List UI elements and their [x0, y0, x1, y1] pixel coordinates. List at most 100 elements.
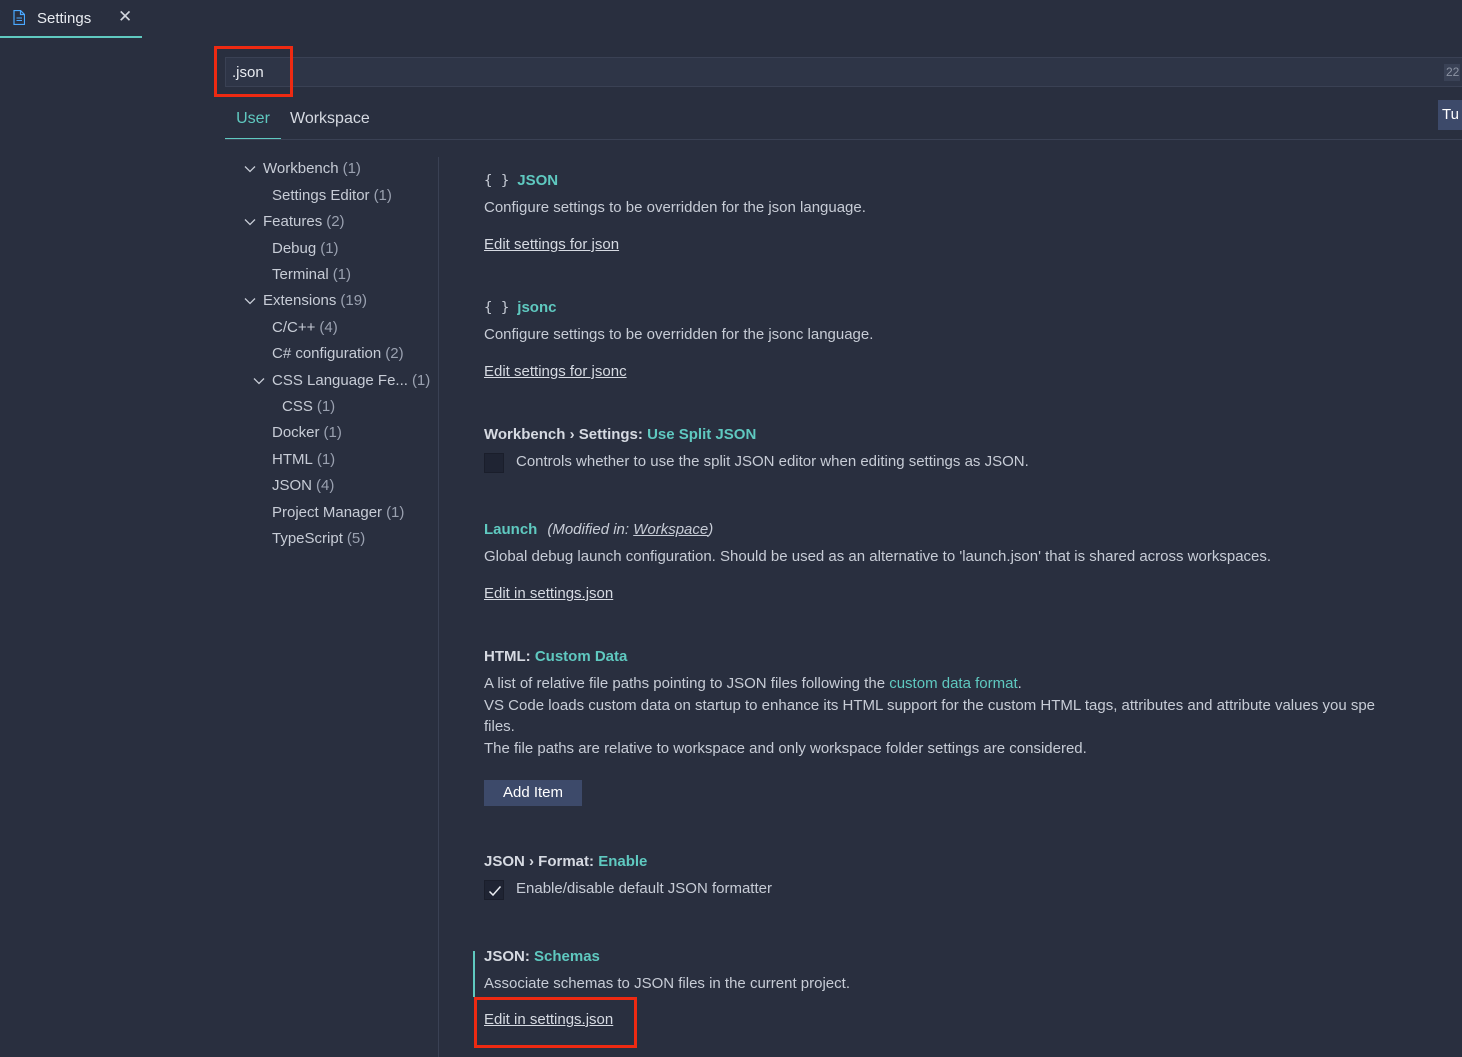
- modified-in-workspace-link[interactable]: Workspace: [633, 521, 708, 538]
- toc-label: TypeScript: [272, 530, 343, 547]
- toc-item-debug[interactable]: Debug (1): [272, 238, 339, 260]
- braces-icon: { }: [484, 300, 510, 316]
- setting-key: Use Split JSON: [647, 426, 757, 443]
- setting-description: Configure settings to be overridden for …: [484, 199, 866, 216]
- toc-count: (2): [326, 213, 345, 230]
- toc-label: JSON: [272, 477, 313, 494]
- chevron-down-icon: [244, 298, 256, 305]
- toc-item-html[interactable]: HTML (1): [272, 449, 335, 471]
- json-format-enable-checkbox[interactable]: [484, 880, 504, 900]
- setting-title: Workbench › Settings: Use Split JSON: [484, 424, 1444, 446]
- custom-data-format-link[interactable]: custom data format: [889, 675, 1017, 692]
- edit-settings-for-jsonc-link[interactable]: Edit settings for jsonc: [484, 363, 627, 380]
- toc-count: (2): [385, 345, 404, 362]
- toc-label: Features: [263, 213, 323, 230]
- tab-workspace[interactable]: Workspace: [290, 105, 370, 138]
- toc-count: (4): [319, 319, 338, 336]
- setting-json-schemas: JSON: Schemas Associate schemas to JSON …: [484, 946, 1444, 1041]
- setting-json-format-enable: JSON › Format: Enable Enable/disable def…: [484, 851, 1444, 911]
- setting-jsonc-language-overrides: { } jsonc Configure settings to be overri…: [484, 297, 1444, 387]
- setting-description-line: The file paths are relative to workspace…: [484, 739, 1087, 757]
- tab-user[interactable]: User: [225, 105, 281, 139]
- scope-tabs: User Workspace Tu: [225, 100, 1462, 140]
- toc-divider: [438, 157, 439, 1057]
- toc-label: Settings Editor: [272, 187, 370, 204]
- toc-count: (1): [386, 504, 405, 521]
- setting-title: JSON: Schemas: [484, 946, 1444, 968]
- use-split-json-checkbox[interactable]: [484, 453, 504, 473]
- setting-description: Associate schemas to JSON files in the c…: [484, 975, 850, 992]
- toc-item-typescript[interactable]: TypeScript (5): [272, 528, 365, 550]
- toc-item-json[interactable]: JSON (4): [272, 475, 334, 497]
- setting-description-line: VS Code loads custom data on startup to …: [484, 696, 1376, 714]
- toc-label: Project Manager: [272, 504, 383, 521]
- modified-indicator: (Modified in: Workspace): [547, 521, 713, 538]
- modified-prefix: (Modified in:: [547, 521, 634, 538]
- setting-key: Schemas: [534, 948, 600, 965]
- setting-description: Enable/disable default JSON formatter: [516, 880, 772, 897]
- edit-in-settings-json-link[interactable]: Edit in settings.json: [484, 585, 613, 602]
- close-icon[interactable]: ✕: [118, 8, 132, 25]
- toc-item-extensions[interactable]: Extensions (19): [244, 290, 368, 312]
- toc-item-settings-editor[interactable]: Settings Editor (1): [272, 185, 392, 207]
- toc-label: Workbench: [263, 160, 339, 177]
- setting-description: Configure settings to be overridden for …: [484, 326, 874, 343]
- setting-key: JSON: [517, 172, 559, 189]
- setting-html-custom-data: HTML: Custom Data A list of relative fil…: [484, 646, 1444, 811]
- setting-description-line: files.: [484, 718, 515, 735]
- setting-description-line: A list of relative file paths pointing t…: [484, 673, 1444, 695]
- file-icon: [13, 10, 25, 25]
- toc-label: Debug: [272, 240, 317, 257]
- setting-key: jsonc: [517, 299, 557, 316]
- add-item-button[interactable]: Add Item: [484, 780, 582, 806]
- setting-description: Global debug launch configuration. Shoul…: [484, 548, 1272, 565]
- toc-item-css-language-features[interactable]: CSS Language Fe... (1): [253, 370, 430, 392]
- setting-category: HTML:: [484, 648, 535, 665]
- setting-use-split-json: Workbench › Settings: Use Split JSON Con…: [484, 424, 1444, 484]
- setting-title: HTML: Custom Data: [484, 646, 1444, 668]
- toc-item-features[interactable]: Features (2): [244, 211, 345, 233]
- checkmark-icon: [488, 886, 502, 897]
- toc-count: (1): [342, 160, 361, 177]
- toc-label: C/C++: [272, 319, 316, 336]
- edit-in-settings-json-link[interactable]: Edit in settings.json: [484, 1011, 613, 1028]
- toc-count: (1): [373, 187, 392, 204]
- toc-label: CSS Language Fe...: [272, 372, 408, 389]
- tab-label: Settings: [37, 10, 92, 27]
- chevron-down-icon: [253, 378, 265, 385]
- setting-category: Workbench › Settings:: [484, 426, 648, 443]
- turn-on-sync-button[interactable]: Tu: [1438, 100, 1462, 130]
- setting-json-language-overrides: { } JSON Configure settings to be overrid…: [484, 170, 1444, 260]
- toc-label: HTML: [272, 451, 313, 468]
- toc-item-csharp-configuration[interactable]: C# configuration (2): [272, 343, 404, 365]
- edit-settings-for-json-link[interactable]: Edit settings for json: [484, 236, 619, 253]
- toc-item-project-manager[interactable]: Project Manager (1): [272, 502, 404, 524]
- toc-label: C# configuration: [272, 345, 382, 362]
- toc-count: (1): [332, 266, 352, 283]
- toc-count: (1): [316, 451, 336, 468]
- setting-title: { } JSON: [484, 170, 1444, 192]
- setting-key: Launch: [484, 521, 538, 538]
- search-input[interactable]: [232, 62, 1412, 82]
- setting-category: JSON:: [484, 948, 535, 965]
- toc-item-docker[interactable]: Docker (1): [272, 422, 342, 444]
- toc-label: Extensions: [263, 292, 337, 309]
- braces-icon: { }: [484, 173, 510, 189]
- toc-item-css[interactable]: CSS (1): [282, 396, 335, 418]
- tab-settings[interactable]: Settings ✕: [0, 0, 142, 38]
- toc-item-cpp[interactable]: C/C++ (4): [272, 317, 338, 339]
- result-count-badge: 22: [1444, 64, 1460, 81]
- toc-item-workbench[interactable]: Workbench (1): [244, 158, 361, 180]
- toc-count: (1): [320, 240, 339, 257]
- toc-count: (1): [316, 398, 336, 415]
- setting-key: Custom Data: [534, 648, 628, 665]
- toc-count: (5): [346, 530, 366, 547]
- toc-count: (19): [340, 292, 368, 309]
- chevron-down-icon: [244, 219, 256, 226]
- setting-launch: Launch (Modified in: Workspace) Global de…: [484, 519, 1444, 609]
- settings-search-box: 22: [225, 57, 1462, 87]
- modified-suffix: ): [708, 521, 714, 538]
- setting-category: JSON › Format:: [484, 853, 599, 870]
- description-text: A list of relative file paths pointing t…: [484, 675, 890, 692]
- toc-item-terminal[interactable]: Terminal (1): [272, 264, 351, 286]
